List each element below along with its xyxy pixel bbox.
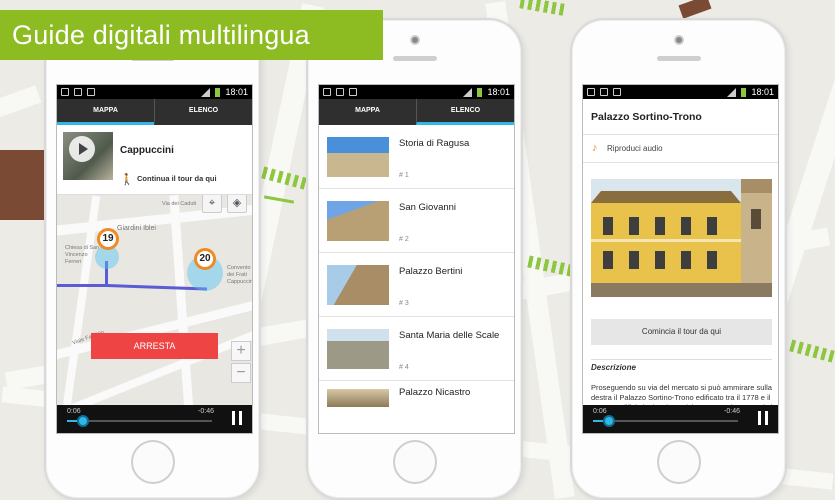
gps-icon <box>323 88 331 96</box>
tab-bar: MAPPA ELENCO <box>57 99 252 125</box>
status-bar: 18:01 <box>319 85 514 99</box>
zoom-in-button[interactable]: + <box>231 341 251 361</box>
item-number: # 4 <box>399 364 409 371</box>
item-thumbnail <box>327 201 389 241</box>
list-item[interactable]: Santa Maria delle Scale # 4 <box>319 317 514 381</box>
play-audio-label: Riproduci audio <box>607 144 663 153</box>
item-thumbnail <box>327 137 389 177</box>
elapsed-time: 0:06 <box>67 408 81 415</box>
play-store-icon <box>600 88 608 96</box>
item-number: # 3 <box>399 300 409 307</box>
status-bar: 18:01 <box>57 85 252 99</box>
pause-icon[interactable] <box>232 411 242 425</box>
phone-speaker <box>656 56 701 61</box>
audio-player: 0:06 -0:46 <box>57 405 252 433</box>
item-number: # 1 <box>399 172 409 179</box>
elapsed-time: 0:06 <box>593 408 607 415</box>
screen-map: 18:01 MAPPA ELENCO Cappuccini 🚶 Continua… <box>56 84 253 434</box>
description-heading: Descrizione <box>591 363 636 372</box>
map-view[interactable]: Giardini Iblei Chiesa di San Vincenzo Fe… <box>57 195 253 407</box>
gps-icon <box>587 88 595 96</box>
play-store-icon <box>336 88 344 96</box>
route-line <box>57 284 105 287</box>
battery-icon <box>477 87 483 97</box>
divider <box>591 359 772 360</box>
tab-map[interactable]: MAPPA <box>57 99 154 125</box>
remaining-time: -0:46 <box>724 408 740 415</box>
list-item[interactable]: Palazzo Nicastro <box>319 381 514 433</box>
tour-stop-pin[interactable]: 20 <box>194 248 216 270</box>
play-store-icon <box>74 88 82 96</box>
tab-map[interactable]: MAPPA <box>319 99 416 125</box>
item-number: # 2 <box>399 236 409 243</box>
stop-button[interactable]: ARRESTA <box>91 333 218 359</box>
map-label: Giardini Iblei <box>117 225 156 232</box>
remaining-time: -0:46 <box>198 408 214 415</box>
item-name: Palazzo Bertini <box>399 266 463 277</box>
signal-icon <box>727 87 737 97</box>
status-bar: 18:01 <box>583 85 778 99</box>
phone-camera <box>409 35 420 45</box>
battery-icon <box>215 87 221 97</box>
phone-detail-view: 18:01 Palazzo Sortino-Trono ♪ Riproduci … <box>570 18 787 500</box>
screen-list: 18:01 MAPPA ELENCO Storia di Ragusa # 1 … <box>318 84 515 434</box>
notification-icon <box>613 88 621 96</box>
zoom-out-button[interactable]: − <box>231 363 251 383</box>
seek-knob[interactable] <box>603 415 615 427</box>
item-name: Santa Maria delle Scale <box>399 330 500 341</box>
walking-icon: 🚶 <box>120 174 134 186</box>
list-item[interactable]: San Giovanni # 2 <box>319 189 514 253</box>
map-label: Via dei Caduti <box>162 201 197 207</box>
banner-title: Guide digitali multilingua <box>0 10 383 60</box>
notification-icon <box>349 88 357 96</box>
phone-list-view: 18:01 MAPPA ELENCO Storia di Ragusa # 1 … <box>306 18 523 500</box>
signal-icon <box>463 87 473 97</box>
gps-icon <box>61 88 69 96</box>
list-item[interactable]: Palazzo Bertini # 3 <box>319 253 514 317</box>
poi-title: Cappuccini <box>120 145 174 156</box>
phone-camera <box>673 35 684 45</box>
play-audio-row[interactable]: ♪ Riproduci audio <box>583 135 778 163</box>
screen-detail: 18:01 Palazzo Sortino-Trono ♪ Riproduci … <box>582 84 779 434</box>
item-thumbnail <box>327 389 389 407</box>
pause-icon[interactable] <box>758 411 768 425</box>
list-item[interactable]: Storia di Ragusa # 1 <box>319 125 514 189</box>
notification-icon <box>87 88 95 96</box>
home-button[interactable] <box>130 440 175 484</box>
start-tour-button[interactable]: Comincia il tour da qui <box>591 319 772 345</box>
tour-stop-pin[interactable]: 19 <box>97 228 119 250</box>
tab-bar: MAPPA ELENCO <box>319 99 514 125</box>
map-label: Convento dei Frati Cappuccini <box>227 265 253 285</box>
item-name: San Giovanni <box>399 202 457 213</box>
status-time: 18:01 <box>751 87 774 97</box>
phone-map-view: 18:01 MAPPA ELENCO Cappuccini 🚶 Continua… <box>44 18 261 500</box>
tab-list[interactable]: ELENCO <box>416 99 514 125</box>
status-time: 18:01 <box>225 87 248 97</box>
music-note-icon: ♪ <box>592 142 598 154</box>
signal-icon <box>201 87 211 97</box>
audio-player: 0:06 -0:46 <box>583 405 778 433</box>
item-thumbnail <box>327 265 389 305</box>
my-location-button[interactable]: ◈ <box>227 195 247 213</box>
item-thumbnail <box>327 329 389 369</box>
play-icon[interactable] <box>69 136 95 162</box>
item-name: Palazzo Nicastro <box>399 387 471 398</box>
item-name: Storia di Ragusa <box>399 138 470 149</box>
seek-knob[interactable] <box>77 415 89 427</box>
palazzo-photo <box>591 179 772 297</box>
home-button[interactable] <box>656 440 701 484</box>
location-pin-button[interactable]: ⌖ <box>202 195 222 213</box>
status-time: 18:01 <box>487 87 510 97</box>
phone-speaker <box>392 56 437 61</box>
home-button[interactable] <box>392 440 437 484</box>
page-title: Palazzo Sortino-Trono <box>583 99 778 135</box>
current-poi-card[interactable]: Cappuccini 🚶 Continua il tour da qui <box>57 125 252 195</box>
tab-list[interactable]: ELENCO <box>154 99 252 125</box>
battery-icon <box>741 87 747 97</box>
continue-tour-link[interactable]: Continua il tour da qui <box>137 174 217 183</box>
